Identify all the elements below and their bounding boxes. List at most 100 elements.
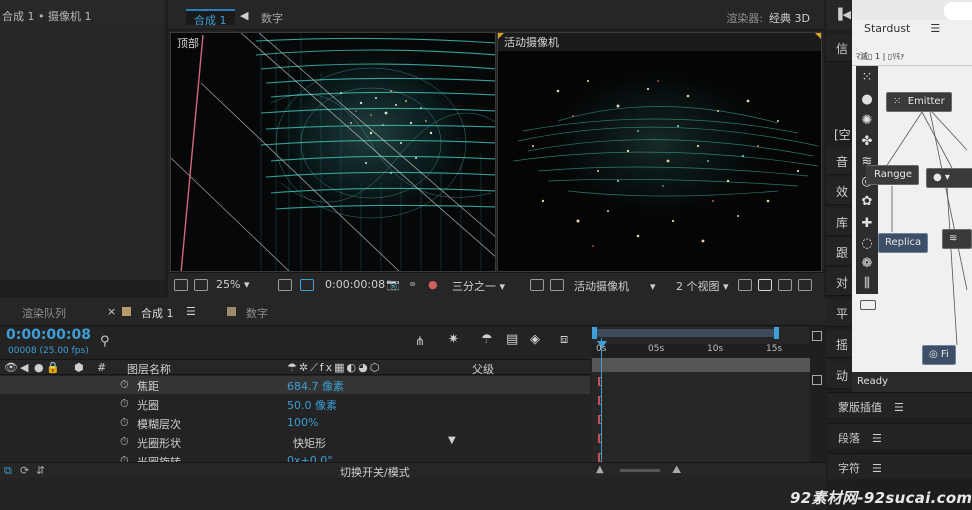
panel-menu-icon[interactable]: ☰ — [894, 401, 904, 414]
project-panel-footer — [0, 280, 165, 295]
property-value[interactable]: 100% — [287, 416, 318, 429]
tab-render-queue[interactable]: 渲染队列 — [22, 305, 66, 321]
layer-switches-icon[interactable]: ⧉ — [4, 464, 12, 478]
active-camera-view-panel[interactable]: 活动摄像机 — [497, 32, 822, 272]
camera-snapshot-icon[interactable]: 📷 — [386, 278, 400, 291]
layer-search-icon[interactable]: ⚲ — [100, 334, 110, 349]
table-row[interactable]: ⏱ 光圈 50.0 像素 — [0, 395, 590, 413]
range-node[interactable]: Rangge — [866, 165, 920, 185]
flowchart-icon[interactable] — [778, 279, 792, 291]
transfer-controls-icon[interactable]: ⟳ — [20, 464, 29, 477]
work-area-end-handle[interactable] — [774, 327, 779, 339]
property-name: 光圈 — [137, 399, 159, 412]
channel-color-icon[interactable]: ● — [428, 278, 438, 291]
side-column-header: ▐◀ — [826, 0, 852, 30]
draft-3d-icon[interactable]: ✷ — [448, 332, 459, 347]
transparency-grid-icon[interactable] — [550, 279, 564, 291]
character-panel[interactable]: 字符 ☰ — [828, 453, 972, 479]
solo-icon[interactable]: ● — [34, 361, 44, 374]
tab-digit[interactable]: 数字 — [253, 9, 291, 25]
frame-blending-icon[interactable]: ▤ — [506, 332, 518, 347]
zoom-slider[interactable] — [620, 469, 660, 472]
back-arrow-icon[interactable]: ◀ — [240, 9, 248, 22]
wave-node[interactable]: ≋ — [942, 229, 972, 249]
comp-button-icon[interactable] — [812, 331, 822, 341]
top-view-panel[interactable]: 顶部 — [170, 32, 496, 272]
table-row[interactable]: ⏱ 光圈形状 快矩形 ▼ — [0, 433, 590, 451]
work-area-bar[interactable] — [594, 329, 778, 337]
view-corner-marker — [498, 33, 504, 39]
layer-icon[interactable] — [812, 375, 822, 385]
lock-icon[interactable]: 🔒 — [46, 361, 60, 374]
zoom-in-icon[interactable]: ⛰ — [672, 463, 681, 477]
active-camera-render — [498, 51, 821, 271]
resolution-select[interactable]: 三分之一 ▾ — [452, 278, 505, 294]
views-value: 2 个视图 — [676, 280, 720, 293]
panel-menu-icon[interactable]: ☰ — [872, 432, 882, 445]
camera-select[interactable]: 活动摄像机 ▾ — [574, 278, 656, 294]
audio-icon[interactable]: ◀ — [20, 361, 28, 374]
resize-icon[interactable] — [278, 279, 292, 291]
shy-layers-icon[interactable]: ☂ — [481, 332, 493, 347]
tab-composition-1[interactable]: 合成 1 — [186, 9, 235, 27]
replica-node[interactable]: Replica — [878, 233, 929, 253]
stopwatch-icon[interactable]: ⏱ — [120, 378, 129, 392]
timeline-graph-area[interactable]: 0s 05s 10s 15s — [592, 327, 810, 466]
paragraph-panel[interactable]: 段落 ☰ — [828, 423, 972, 449]
layout-icon[interactable] — [798, 279, 812, 291]
show-snapshot-icon[interactable]: ⚭ — [408, 278, 417, 291]
layer-name-column[interactable]: 图层名称 — [127, 361, 171, 377]
collapse-icon[interactable]: ▐◀ — [834, 8, 851, 21]
stopwatch-icon[interactable]: ⏱ — [120, 454, 129, 462]
graph-editor-icon[interactable]: ⧈ — [560, 332, 568, 347]
monitor-icon[interactable] — [194, 279, 208, 291]
tab-composition-1[interactable]: 合成 1 — [141, 305, 174, 321]
viewer-timecode[interactable]: 0:00:00:08 — [325, 278, 385, 291]
playhead-handle[interactable] — [597, 341, 607, 348]
time-ruler[interactable]: 0s 05s 10s 15s — [592, 344, 810, 358]
region-of-interest-icon[interactable] — [300, 279, 314, 291]
field-node[interactable]: ◎ Fi — [922, 345, 956, 365]
renderer-indicator[interactable]: 渲染器: 经典 3D — [726, 10, 810, 26]
composition-flowchart-icon[interactable]: ⋔ — [415, 334, 425, 348]
composition-color-swatch — [227, 307, 236, 316]
parent-column[interactable]: 父级 — [472, 361, 494, 377]
switches-icons[interactable]: ☂✲⟋fx▦◐◕⬡ — [287, 361, 381, 375]
motion-blur-icon[interactable]: ◈ — [530, 332, 540, 347]
table-row[interactable]: ⏱ 光圈旋转 0x+0.0° — [0, 452, 590, 462]
visibility-icon[interactable]: 👁 — [4, 361, 18, 374]
zoom-out-icon[interactable]: ▲ — [596, 464, 604, 475]
in-out-icon[interactable]: ⇵ — [36, 464, 45, 477]
stopwatch-icon[interactable]: ⏱ — [120, 435, 129, 449]
tab-menu-icon[interactable]: ☰ — [186, 305, 196, 318]
draft-3d-icon[interactable] — [758, 279, 772, 291]
views-select[interactable]: 2 个视图 ▾ — [676, 278, 729, 294]
zoom-select[interactable]: 25% ▾ — [216, 278, 249, 291]
label-icon[interactable]: ⬢ — [74, 361, 84, 374]
toggle-switches-modes[interactable]: 切换开关/模式 — [340, 464, 410, 480]
stopwatch-icon[interactable]: ⏱ — [120, 397, 129, 411]
property-value[interactable]: 684.7 像素 — [287, 378, 344, 394]
3d-view-icon[interactable] — [738, 279, 752, 291]
work-area-start-handle[interactable] — [592, 327, 597, 339]
timeline-scrollbar[interactable] — [810, 327, 826, 462]
playhead[interactable] — [601, 338, 602, 466]
sphere-node[interactable]: ● ▾ — [926, 168, 972, 188]
mask-interpolation-panel[interactable]: 蒙版插值 ☰ — [828, 392, 972, 418]
property-value[interactable]: 0x+0.0° — [287, 454, 333, 462]
timeline-current-time[interactable]: 0:00:00:08 — [6, 327, 91, 343]
emitter-node[interactable]: ⁙ Emitter — [886, 92, 952, 112]
table-row[interactable]: ⏱ 焦距 684.7 像素 — [0, 376, 590, 394]
tab-digit[interactable]: 数字 — [246, 305, 268, 321]
stopwatch-icon[interactable]: ⏱ — [120, 416, 129, 430]
ruler-tick-label: 05s — [648, 344, 665, 354]
property-value[interactable]: 50.0 像素 — [287, 397, 337, 413]
property-dropdown[interactable]: 快矩形 — [293, 435, 326, 451]
close-tab-icon[interactable]: × — [107, 305, 116, 318]
chevron-down-icon[interactable]: ▼ — [448, 435, 456, 446]
table-row[interactable]: ⏱ 模糊层次 100% — [0, 414, 590, 432]
fast-preview-icon[interactable] — [530, 279, 544, 291]
always-preview-icon[interactable] — [174, 279, 188, 291]
layer-duration-bar[interactable] — [592, 358, 810, 372]
panel-menu-icon[interactable]: ☰ — [872, 462, 882, 475]
